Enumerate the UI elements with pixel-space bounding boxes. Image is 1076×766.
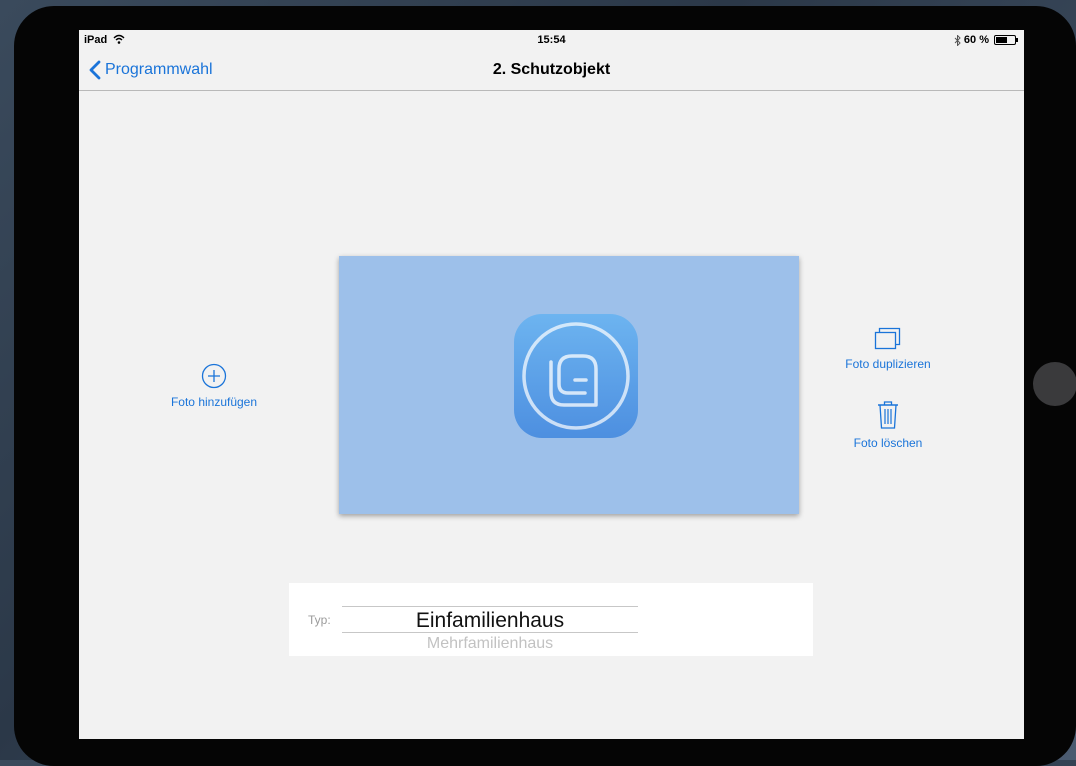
bluetooth-icon <box>954 34 961 46</box>
type-picker[interactable]: Einfamilienhaus Mehrfamilienhaus <box>342 583 638 656</box>
type-label: Typ: <box>308 613 331 627</box>
app-logo-icon <box>522 322 630 430</box>
app-logo <box>514 314 638 438</box>
add-photo-button[interactable]: Foto hinzufügen <box>157 363 271 409</box>
plus-circle-icon <box>201 363 227 389</box>
battery-icon <box>994 35 1018 45</box>
battery-percent: 60 % <box>963 34 989 46</box>
photo-preview[interactable] <box>339 256 799 514</box>
status-time: 15:54 <box>537 34 566 46</box>
add-photo-label: Foto hinzufügen <box>170 395 258 409</box>
picker-next-option[interactable]: Mehrfamilienhaus <box>342 635 638 653</box>
delete-photo-label: Foto löschen <box>853 436 923 450</box>
picker-divider-bottom <box>342 632 638 633</box>
back-button[interactable]: Programmwahl <box>89 60 213 80</box>
type-picker-card: Typ: Einfamilienhaus Mehrfamilienhaus <box>289 583 813 656</box>
trash-icon <box>878 401 898 429</box>
battery-tip <box>1016 38 1018 42</box>
picker-selected-option[interactable]: Einfamilienhaus <box>342 609 638 633</box>
battery-fill <box>996 37 1007 43</box>
status-right: 60 % <box>954 34 1018 46</box>
chevron-left-icon <box>89 60 101 80</box>
duplicate-photo-label: Foto duplizieren <box>845 357 931 371</box>
status-bar: iPad 15:54 60 % <box>79 30 1024 50</box>
duplicate-photo-button[interactable]: Foto duplizieren <box>830 325 946 371</box>
duplicate-icon <box>874 327 901 350</box>
picker-divider-top <box>342 606 638 607</box>
delete-photo-button[interactable]: Foto löschen <box>830 400 946 450</box>
back-button-label: Programmwahl <box>105 61 213 78</box>
home-button[interactable] <box>1033 362 1076 406</box>
page-title: 2. Schutzobjekt <box>492 61 611 78</box>
navigation-bar: Programmwahl 2. Schutzobjekt <box>79 50 1024 91</box>
app-screen: iPad 15:54 60 % Programmwahl 2. Schutzob… <box>79 30 1024 739</box>
